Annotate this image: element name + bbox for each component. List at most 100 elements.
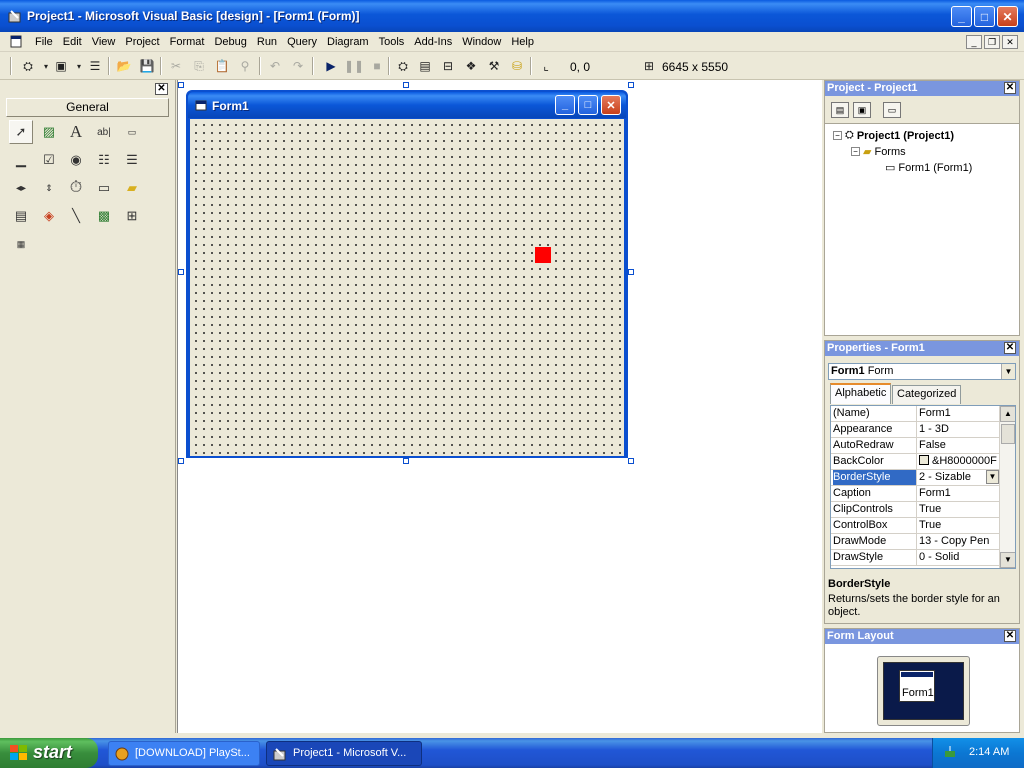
mdi-minimize-button[interactable]: _: [966, 35, 982, 49]
property-value-color[interactable]: &H8000000F: [919, 454, 999, 469]
project-panel-close-button[interactable]: ✕: [1004, 82, 1016, 94]
resize-handle-top[interactable]: [403, 82, 409, 88]
menu-help[interactable]: Help: [506, 35, 539, 49]
property-value[interactable]: Form1: [919, 486, 999, 501]
taskbar-item-download[interactable]: [DOWNLOAD] PlaySt...: [108, 741, 260, 766]
menu-run[interactable]: Run: [252, 35, 282, 49]
view-code-icon[interactable]: ▤: [831, 102, 849, 118]
undo-icon[interactable]: ↶: [266, 57, 284, 75]
property-value[interactable]: 0 - Solid: [919, 550, 999, 565]
menu-format[interactable]: Format: [165, 35, 210, 49]
property-row[interactable]: DrawStyle 0 - Solid: [831, 550, 999, 566]
toolbox-general-tab[interactable]: General: [6, 98, 169, 117]
resize-handle-top-left[interactable]: [178, 82, 184, 88]
start-button[interactable]: start: [0, 738, 98, 768]
combobox-tool-icon[interactable]: ☷: [92, 148, 116, 172]
vscrollbar-tool-icon[interactable]: ⇕: [37, 176, 61, 200]
resize-handle-right[interactable]: [628, 269, 634, 275]
property-row[interactable]: Appearance 1 - 3D: [831, 422, 999, 438]
hscrollbar-tool-icon[interactable]: ◂▸: [9, 176, 33, 200]
picturebox-tool-icon[interactable]: ▨: [37, 120, 61, 144]
resize-handle-left[interactable]: [178, 269, 184, 275]
property-row[interactable]: AutoRedraw False: [831, 438, 999, 454]
commandbutton-tool-icon[interactable]: ▁: [9, 148, 33, 172]
timer-tool-icon[interactable]: ⏱: [64, 176, 88, 200]
menu-tools[interactable]: Tools: [374, 35, 410, 49]
property-row[interactable]: BackColor &H8000000F: [831, 454, 999, 470]
ole-tool-icon[interactable]: ▦: [9, 232, 33, 256]
find-icon[interactable]: ⚲: [236, 57, 254, 75]
resize-handle-top-right[interactable]: [628, 82, 634, 88]
property-row-selected[interactable]: BorderStyle 2 - Sizable ▼: [831, 470, 999, 486]
property-value[interactable]: True: [919, 518, 999, 533]
end-icon[interactable]: ■: [368, 57, 386, 75]
textbox-tool-icon[interactable]: ab|: [92, 120, 116, 144]
property-value[interactable]: False: [919, 438, 999, 453]
property-value[interactable]: 13 - Copy Pen: [919, 534, 999, 549]
toolbox-close-button[interactable]: ✕: [155, 83, 168, 95]
properties-window-icon[interactable]: ▤: [416, 57, 434, 75]
line-tool-icon[interactable]: ╲: [64, 204, 88, 228]
menu-editor-icon[interactable]: ☰: [86, 57, 104, 75]
scroll-thumb[interactable]: [1001, 424, 1015, 444]
property-row[interactable]: ControlBox True: [831, 518, 999, 534]
scroll-up-icon[interactable]: ▲: [1000, 406, 1015, 422]
pointer-tool-icon[interactable]: ➚: [9, 120, 33, 144]
tab-categorized[interactable]: Categorized: [892, 385, 962, 404]
toolbox-icon[interactable]: ⚒: [485, 57, 503, 75]
resize-handle-bottom[interactable]: [403, 458, 409, 464]
form1-close-button[interactable]: ✕: [601, 95, 621, 115]
dirlistbox-tool-icon[interactable]: ▰: [120, 176, 144, 200]
menu-project[interactable]: Project: [120, 35, 164, 49]
mini-form-preview[interactable]: Form1: [899, 670, 935, 702]
data-view-icon[interactable]: ⛁: [508, 57, 526, 75]
resize-handle-bottom-right[interactable]: [628, 458, 634, 464]
listbox-tool-icon[interactable]: ☰: [120, 148, 144, 172]
menu-diagram[interactable]: Diagram: [322, 35, 374, 49]
label-tool-icon[interactable]: A: [64, 120, 88, 144]
property-row[interactable]: (Name) Form1: [831, 406, 999, 422]
view-object-icon[interactable]: ▣: [853, 102, 871, 118]
resize-handle-bottom-left[interactable]: [178, 458, 184, 464]
close-button[interactable]: ✕: [997, 6, 1018, 27]
frame-tool-icon[interactable]: ▭: [120, 120, 144, 144]
add-form-icon[interactable]: ▣: [52, 57, 70, 75]
start-icon[interactable]: ▶: [322, 57, 340, 75]
filelistbox-tool-icon[interactable]: ▤: [9, 204, 33, 228]
property-value[interactable]: Form1: [919, 406, 999, 421]
property-value[interactable]: 1 - 3D: [919, 422, 999, 437]
form1-designer-window[interactable]: Form1 _ □ ✕: [186, 90, 628, 458]
object-selector[interactable]: Form1 Form ▼: [828, 363, 1016, 380]
data-tool-icon[interactable]: ⊞: [120, 204, 144, 228]
menu-add-ins[interactable]: Add-Ins: [409, 35, 457, 49]
properties-panel-close-button[interactable]: ✕: [1004, 342, 1016, 354]
mdi-close-button[interactable]: ✕: [1002, 35, 1018, 49]
clock[interactable]: 2:14 AM: [969, 746, 1009, 758]
property-row[interactable]: Caption Form1: [831, 486, 999, 502]
menu-query[interactable]: Query: [282, 35, 322, 49]
cut-icon[interactable]: ✂: [167, 57, 185, 75]
collapse-icon[interactable]: −: [833, 131, 842, 140]
menu-window[interactable]: Window: [457, 35, 506, 49]
break-icon[interactable]: ❚❚: [344, 57, 364, 75]
optionbutton-tool-icon[interactable]: ◉: [64, 148, 88, 172]
mdi-restore-button[interactable]: ❐: [984, 35, 1000, 49]
property-value[interactable]: True: [919, 502, 999, 517]
taskbar-item-vb[interactable]: Project1 - Microsoft V...: [266, 741, 422, 766]
network-icon[interactable]: [943, 745, 957, 759]
tree-forms-node[interactable]: − ▰ Forms: [851, 145, 906, 158]
open-project-icon[interactable]: 📂: [115, 57, 133, 75]
scroll-down-icon[interactable]: ▼: [1000, 552, 1015, 568]
chevron-down-icon[interactable]: ▼: [986, 470, 999, 484]
form1-maximize-button[interactable]: □: [578, 95, 598, 115]
property-row[interactable]: DrawMode 13 - Copy Pen: [831, 534, 999, 550]
paste-icon[interactable]: 📋: [213, 57, 231, 75]
minimize-button[interactable]: _: [951, 6, 972, 27]
collapse-icon[interactable]: −: [851, 147, 860, 156]
chevron-down-icon[interactable]: ▼: [1001, 364, 1015, 379]
layout-panel-close-button[interactable]: ✕: [1004, 630, 1016, 642]
copy-icon[interactable]: ⎘: [190, 57, 208, 75]
redo-icon[interactable]: ↷: [289, 57, 307, 75]
form1-minimize-button[interactable]: _: [555, 95, 575, 115]
tab-alphabetic[interactable]: Alphabetic: [830, 383, 892, 404]
